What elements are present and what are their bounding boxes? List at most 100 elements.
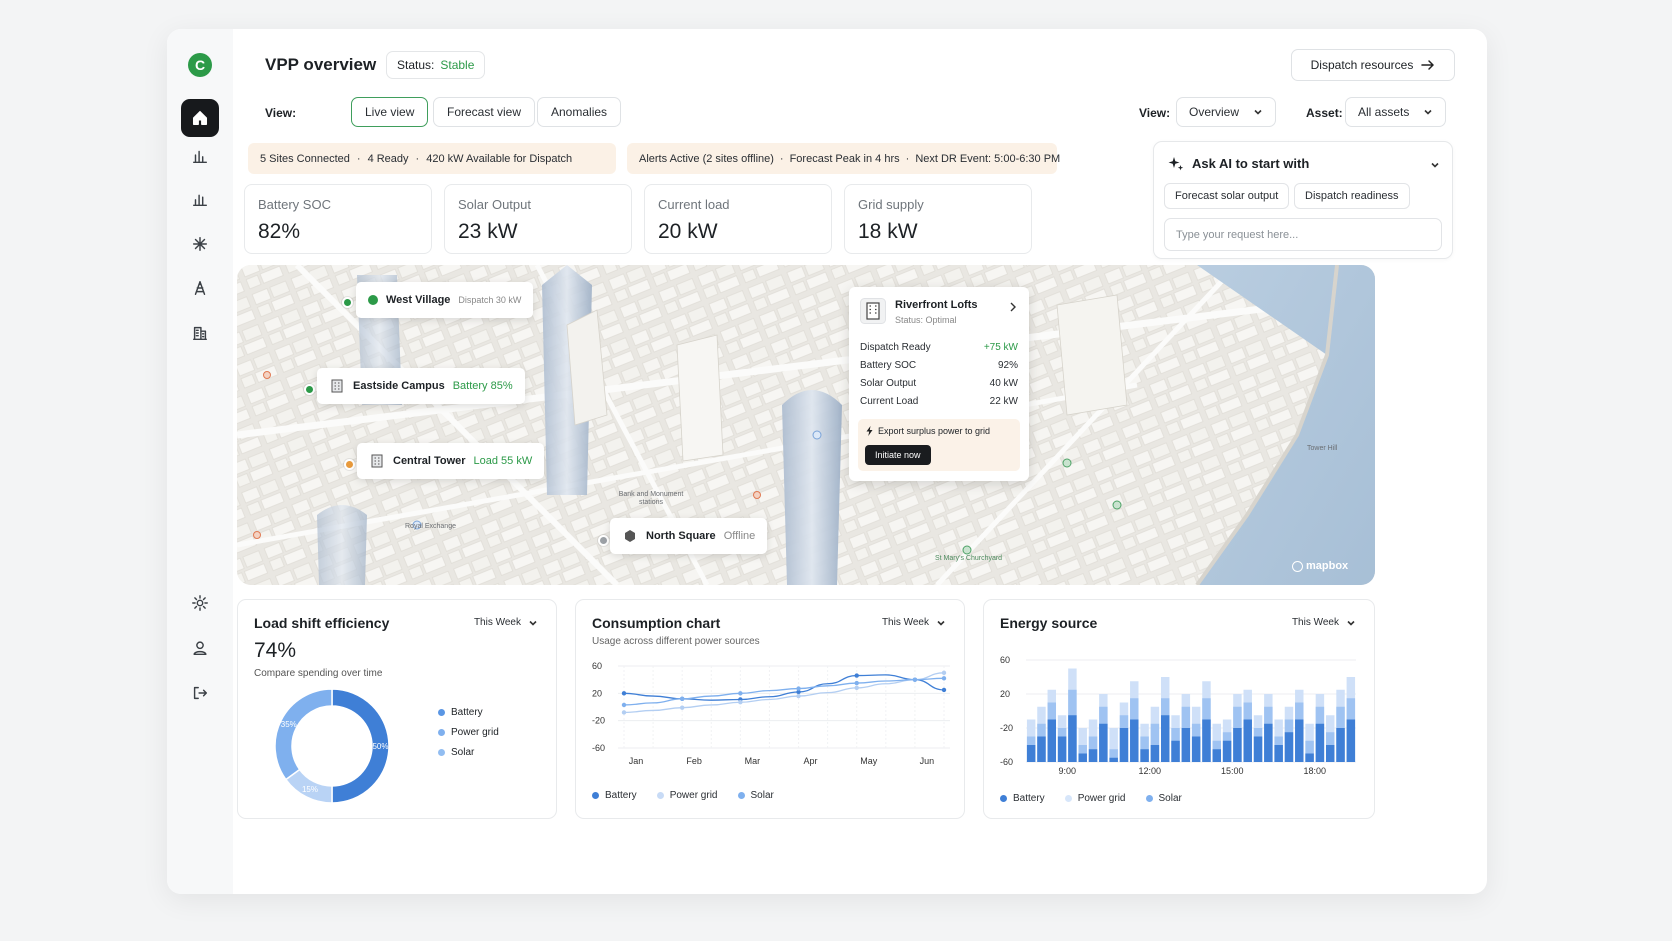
marker-west-village[interactable] xyxy=(342,297,353,308)
stat-card-grid-supply: Grid supply 18 kW xyxy=(844,184,1032,254)
bar-segment-battery xyxy=(1253,736,1263,762)
chevron-down-icon[interactable] xyxy=(1430,160,1440,170)
period-label: This Week xyxy=(473,617,521,628)
building-icon xyxy=(331,379,343,393)
popup-row-battery-soc: Battery SOC 92% xyxy=(860,360,1018,371)
chevron-right-icon[interactable] xyxy=(1009,302,1017,312)
city-map[interactable]: Bank and Monument stations Royal Exchang… xyxy=(237,265,1375,585)
home-icon[interactable] xyxy=(181,99,219,137)
sparkle-icon xyxy=(1168,157,1184,171)
bar-segment-battery xyxy=(1212,749,1222,762)
tab-live-view[interactable]: Live view xyxy=(351,97,429,127)
period-dropdown[interactable]: This Week xyxy=(1292,617,1356,628)
row-value: 22 kW xyxy=(989,396,1018,407)
y-tick-label: 20 xyxy=(1000,689,1010,699)
bar-segment-battery xyxy=(1191,736,1201,762)
view-label: View: xyxy=(265,106,297,120)
logout-icon[interactable] xyxy=(181,674,219,712)
donut-slice-solar xyxy=(274,688,333,781)
ai-request-input[interactable] xyxy=(1164,218,1442,251)
mapbox-attribution: mapbox xyxy=(1292,560,1348,572)
asset-dropdown[interactable]: All assets xyxy=(1345,97,1447,127)
legend-label: Battery xyxy=(605,790,637,801)
bar-segment-battery xyxy=(1057,736,1067,762)
view-dropdown[interactable]: Overview xyxy=(1176,97,1277,127)
bar-chart-icon[interactable] xyxy=(181,137,219,175)
ai-suggestion-dispatch-readiness[interactable]: Dispatch readiness xyxy=(1294,183,1410,209)
row-label: Current Load xyxy=(860,396,919,407)
site-card-north-square[interactable]: North Square Offline xyxy=(610,518,768,554)
y-tick-label: -60 xyxy=(1000,757,1013,767)
legend-item-battery: Battery xyxy=(592,790,637,801)
stacked-bar-chart: 60 20 -20 -60 9:00 12:00 15:00 18:00 xyxy=(1000,655,1356,776)
marker-eastside-campus[interactable] xyxy=(304,384,315,395)
settings-icon[interactable] xyxy=(181,584,219,622)
y-tick-label: 60 xyxy=(1000,655,1010,665)
site-card-central-tower[interactable]: Central Tower Load 55 kW xyxy=(357,443,545,479)
data-point xyxy=(941,670,947,676)
logo: C xyxy=(188,53,212,77)
bar-segment-battery xyxy=(1150,745,1160,762)
load-shift-card: Load shift efficiency This Week 74% Comp… xyxy=(237,599,557,819)
analytics-icon[interactable] xyxy=(181,180,219,218)
asterisk-icon[interactable] xyxy=(181,225,219,263)
series-line-power-grid xyxy=(623,672,945,714)
popup-row-dispatch-ready: Dispatch Ready +75 kW xyxy=(860,342,1018,353)
legend-dot xyxy=(1145,795,1153,802)
tab-anomalies[interactable]: Anomalies xyxy=(537,97,622,127)
grid-tower-icon[interactable] xyxy=(181,269,219,307)
legend-label: Solar xyxy=(1158,793,1182,804)
legend-dot xyxy=(656,792,664,799)
stat-value: 23 kW xyxy=(458,220,518,243)
bar-segment-battery xyxy=(1243,719,1252,762)
initiate-now-button[interactable]: Initiate now xyxy=(865,445,931,465)
dispatch-resources-button[interactable]: Dispatch resources xyxy=(1291,49,1455,81)
period-dropdown[interactable]: This Week xyxy=(882,617,946,628)
marker-north-square[interactable] xyxy=(598,535,609,546)
attribution-text: mapbox xyxy=(1306,560,1349,572)
legend-dot xyxy=(438,709,445,716)
export-action-box: Export surplus power to grid Initiate no… xyxy=(858,419,1020,471)
bar-segment-battery xyxy=(1078,753,1087,762)
legend-dot xyxy=(1064,795,1072,802)
bar-segment-battery xyxy=(1068,715,1077,762)
x-tick-label: Jun xyxy=(920,756,935,766)
data-point xyxy=(854,680,859,686)
y-tick-label: -20 xyxy=(592,716,605,726)
data-point xyxy=(941,676,947,681)
bar-segment-battery xyxy=(1160,715,1170,762)
legend-item-battery: Battery xyxy=(1000,793,1045,804)
site-card-eastside-campus[interactable]: Eastside Campus Battery 85% xyxy=(317,368,525,404)
separator: · xyxy=(779,152,784,165)
building-icon[interactable] xyxy=(181,314,219,352)
site-detail: Offline xyxy=(723,530,756,542)
ai-suggestion-forecast-solar[interactable]: Forecast solar output xyxy=(1164,183,1290,209)
legend-label: Power grid xyxy=(669,790,718,801)
chevron-down-icon xyxy=(1424,109,1432,115)
donut-slice-label: 35% xyxy=(281,720,297,729)
place-label: Royal Exchange xyxy=(405,523,456,530)
site-name: Eastside Campus xyxy=(353,380,445,392)
period-label: This Week xyxy=(881,617,929,628)
card-title: Load shift efficiency xyxy=(254,615,390,631)
x-tick-label: Apr xyxy=(804,756,818,766)
line-chart: 60 20 -20 -60 Jan Feb Mar Apr May Jun xyxy=(592,661,950,766)
period-dropdown[interactable]: This Week xyxy=(474,617,538,628)
x-tick-label: May xyxy=(860,756,878,766)
tab-forecast-view[interactable]: Forecast view xyxy=(433,97,536,127)
marker-central-tower[interactable] xyxy=(344,459,355,470)
site-card-west-village[interactable]: West Village Dispatch 30 kW xyxy=(356,282,534,318)
popup-row-current-load: Current Load 22 kW xyxy=(860,396,1018,407)
card-title: Energy source xyxy=(1000,615,1098,631)
user-icon[interactable] xyxy=(181,629,219,667)
bar-segment-battery xyxy=(1346,719,1356,762)
data-point xyxy=(796,693,801,699)
popup-status: Status: Optimal xyxy=(895,315,957,325)
data-point xyxy=(738,700,743,705)
arrow-right-icon xyxy=(1421,60,1435,70)
lightning-icon xyxy=(866,426,873,436)
place-label: Tower Hill xyxy=(1307,445,1338,452)
donut-legend: Battery Power grid Solar xyxy=(438,707,499,758)
data-point xyxy=(621,702,627,708)
legend-dot xyxy=(438,749,445,756)
